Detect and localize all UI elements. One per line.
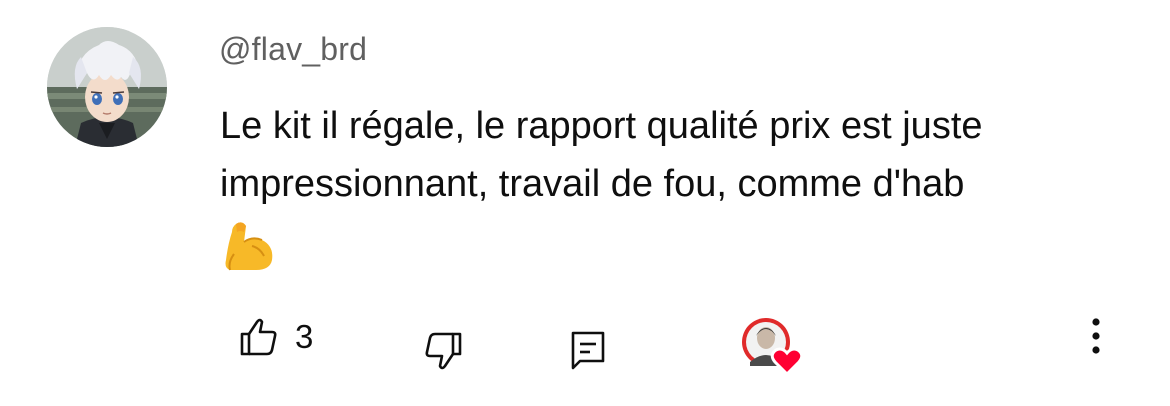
creator-heart-badge[interactable] xyxy=(742,318,810,377)
anime-avatar-image xyxy=(47,27,167,147)
reply-button[interactable] xyxy=(566,328,610,372)
thumbs-up-icon xyxy=(240,318,277,356)
thumbs-down-icon xyxy=(425,332,462,370)
more-options-button[interactable] xyxy=(1084,316,1108,360)
creator-heart-icon xyxy=(742,318,804,377)
more-vertical-icon xyxy=(1092,318,1100,354)
like-count: 3 xyxy=(295,318,314,355)
comment-author[interactable]: @flav_brd xyxy=(219,31,367,68)
comment-actions: 3 xyxy=(0,300,1170,390)
dislike-button[interactable] xyxy=(422,330,466,374)
flexed-biceps-emoji xyxy=(222,218,276,272)
reply-comment-icon xyxy=(571,331,605,370)
user-avatar[interactable] xyxy=(47,27,167,147)
comment-item: @flav_brd Le kit il régale, le rapport q… xyxy=(0,0,1170,406)
comment-text: Le kit il régale, le rapport qualité pri… xyxy=(220,105,983,205)
like-button[interactable] xyxy=(236,314,280,358)
